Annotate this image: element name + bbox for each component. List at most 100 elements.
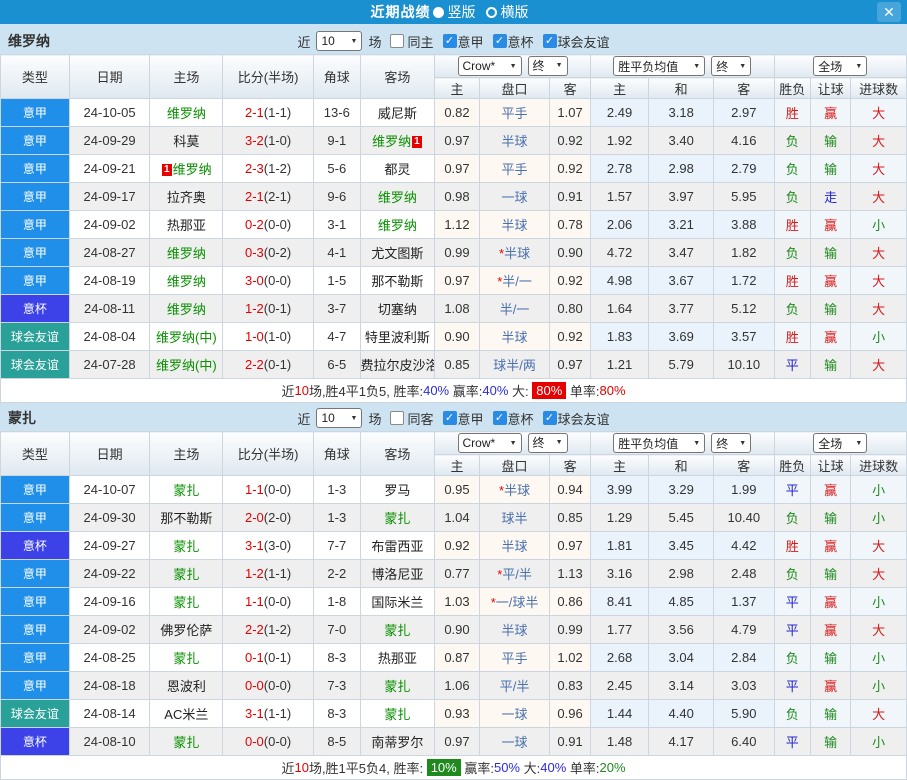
handicap-final-select[interactable]: 终▼ [528, 433, 568, 453]
cell-score: 2-2(1-2) [223, 616, 314, 644]
close-button[interactable]: ✕ [877, 2, 901, 22]
yellow-card-badge: 1 [412, 136, 422, 148]
league-filter-checkbox-1[interactable]: ✓ [443, 34, 457, 48]
home-team: 热那亚 [167, 218, 206, 233]
handicap-label: 平手 [502, 106, 528, 121]
summary-row: 近10场,胜4平1负5, 胜率:40% 赢率:40% 大: 80% 单率:80% [0, 379, 907, 403]
away-team: 蒙扎 [384, 511, 410, 526]
cell-handicap-result: 走 [810, 183, 850, 211]
away-team: 博洛尼亚 [371, 567, 423, 582]
avg-final-select[interactable]: 终▼ [711, 433, 751, 453]
half-time-score: (0-1) [264, 301, 291, 316]
summary-segment: 80% [532, 382, 566, 399]
bookmaker-select[interactable]: Crow*▼ [458, 433, 522, 453]
scope-select[interactable]: 全场▼ [813, 56, 867, 76]
half-time-score: (1-2) [264, 161, 291, 176]
cell-handicap: 半球 [479, 616, 550, 644]
league-filter-checkbox-2[interactable]: ✓ [493, 411, 507, 425]
match-row: 意甲24-09-02佛罗伦萨2-2(1-2)7-0蒙扎0.90半球0.991.7… [1, 616, 907, 644]
avg-odds-select[interactable]: 胜平负均值▼ [613, 56, 705, 76]
cell-lose-avg: 10.10 [713, 351, 774, 379]
cell-away-odds: 0.99 [550, 616, 590, 644]
cell-away-odds: 0.97 [550, 532, 590, 560]
same-venue-checkbox[interactable] [390, 411, 404, 425]
cell-handicap: *半/一 [479, 267, 550, 295]
league-filter-checkbox-2[interactable]: ✓ [493, 34, 507, 48]
handicap-odds-header-cell: Crow*▼ 终▼ [435, 55, 591, 78]
filters: 近10▼场同主✓意甲✓意杯✓球会友谊 [294, 31, 612, 51]
home-team: 蒙扎 [173, 595, 199, 610]
summary-segment: 赢率: [449, 381, 482, 400]
same-venue-checkbox[interactable] [390, 34, 404, 48]
sub-header-9: 进球数 [851, 455, 907, 476]
home-team-label: 维罗纳 [167, 106, 206, 121]
match-row: 意甲24-09-17拉齐奥2-1(2-1)9-6维罗纳0.98一球0.911.5… [1, 183, 907, 211]
league-filter-checkbox-3[interactable]: ✓ [543, 34, 557, 48]
cell-date: 24-08-11 [69, 295, 150, 323]
cell-home-team: 热那亚 [150, 211, 223, 239]
cell-win-avg: 2.78 [590, 155, 649, 183]
horizontal-radio-label[interactable]: 横版 [501, 2, 529, 22]
handicap-label: 一球 [502, 190, 528, 205]
handicap-final-select[interactable]: 终▼ [528, 56, 568, 76]
cell-away-odds: 1.07 [550, 99, 590, 127]
cell-win-avg: 1.64 [590, 295, 649, 323]
cell-score: 2-2(0-1) [223, 351, 314, 379]
home-team: 维罗纳 [167, 106, 206, 121]
cell-score: 2-1(2-1) [223, 183, 314, 211]
match-row: 意杯24-09-27蒙扎3-1(3-0)7-7布雷西亚0.92半球0.971.8… [1, 532, 907, 560]
away-team-label: 蒙扎 [384, 511, 410, 526]
cell-corners: 3-7 [314, 295, 360, 323]
scope-select[interactable]: 全场▼ [813, 433, 867, 453]
full-time-score: 2-3 [245, 161, 264, 176]
full-time-score: 0-2 [245, 217, 264, 232]
cell-goals-result: 大 [851, 155, 907, 183]
cell-home-team: 恩波利 [150, 672, 223, 700]
cell-corners: 4-1 [314, 239, 360, 267]
horizontal-radio[interactable] [486, 7, 497, 18]
avg-odds-select[interactable]: 胜平负均值 ▼ [613, 433, 705, 453]
avg-odds-select-value: 胜平负均值 [618, 435, 678, 452]
cell-away-team: 那不勒斯 [360, 267, 435, 295]
handicap-odds-header-cell: Crow*▼ 终▼ [435, 432, 591, 455]
home-team: AC米兰 [164, 707, 208, 722]
cell-league: 意甲 [1, 155, 70, 183]
handicap-label: 半球 [502, 330, 528, 345]
vertical-radio[interactable] [433, 7, 444, 18]
cell-home-odds: 0.97 [435, 267, 479, 295]
cell-draw-avg: 3.14 [649, 672, 714, 700]
home-team: 维罗纳 [167, 274, 206, 289]
away-team: 布雷西亚 [371, 539, 423, 554]
cell-draw-avg: 2.98 [649, 155, 714, 183]
away-team-label: 维罗纳 [378, 218, 417, 233]
league-filter-checkbox-1[interactable]: ✓ [443, 411, 457, 425]
match-count-select[interactable]: 10▼ [316, 31, 362, 51]
chevron-down-icon: ▼ [693, 440, 700, 447]
handicap-label: 半球 [502, 218, 528, 233]
cell-home-team: 蒙扎 [150, 728, 223, 756]
home-team-label: 佛罗伦萨 [160, 623, 212, 638]
away-team: 南蒂罗尔 [371, 735, 423, 750]
half-time-score: (2-1) [264, 189, 291, 204]
cell-away-team: 尤文图斯 [360, 239, 435, 267]
cell-date: 24-08-27 [69, 239, 150, 267]
league-filter-checkbox-3[interactable]: ✓ [543, 411, 557, 425]
cell-score: 0-3(0-2) [223, 239, 314, 267]
cell-score: 2-0(2-0) [223, 504, 314, 532]
avg-final-select[interactable]: 终▼ [711, 56, 751, 76]
cell-score: 1-0(1-0) [223, 323, 314, 351]
cell-date: 24-09-02 [69, 211, 150, 239]
cell-handicap-result: 输 [810, 728, 850, 756]
away-team: 特里波利斯 [365, 330, 430, 345]
cell-result: 平 [774, 476, 810, 504]
summary-segment: 40% [423, 383, 449, 398]
cell-draw-avg: 3.67 [649, 267, 714, 295]
match-count-select[interactable]: 10▼ [316, 408, 362, 428]
handicap-label: 球半 [502, 511, 528, 526]
cell-league: 球会友谊 [1, 323, 70, 351]
cell-league: 意甲 [1, 504, 70, 532]
vertical-radio-label[interactable]: 竖版 [448, 2, 476, 22]
bookmaker-select[interactable]: Crow*▼ [458, 56, 522, 76]
cell-away-team: 蒙扎 [360, 504, 435, 532]
cell-win-avg: 2.45 [590, 672, 649, 700]
